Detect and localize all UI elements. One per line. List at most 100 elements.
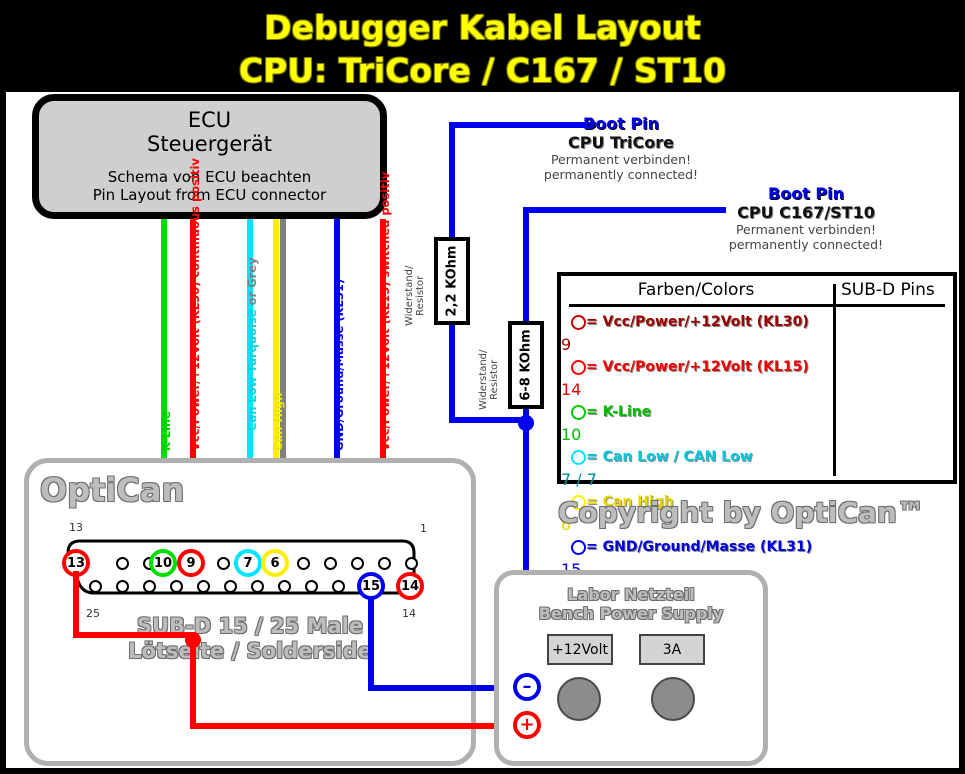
legend-row-text: = Vcc/Power/+12Volt (KL15) bbox=[586, 359, 809, 375]
wire-red-junction-dot bbox=[185, 632, 201, 648]
ecu-note-en: Pin Layout from ECU connector bbox=[92, 186, 327, 204]
dsub-pin-7-label: 7 bbox=[243, 555, 253, 571]
title-banner: Debugger Kabel Layout CPU: TriCore / C16… bbox=[6, 6, 959, 92]
resistor-2k2-label: Widerstand/ Resistor bbox=[404, 266, 426, 326]
boot-pin-tricore-cpu: CPU TriCore bbox=[567, 133, 675, 152]
wire-label-can-low-main: Can Low Turquoise bbox=[245, 309, 259, 431]
dsub-hole bbox=[224, 580, 237, 593]
psu-terminal-plus-label: + bbox=[519, 714, 535, 735]
ecu-subtitle: Steuergerät bbox=[147, 132, 272, 156]
dsub-pin-7[interactable]: 7 bbox=[234, 549, 262, 577]
legend-row-pin: 10 bbox=[561, 425, 582, 444]
legend-row-pin: 7 / 7 bbox=[561, 470, 597, 489]
psu-title-en: Bench Power Supply bbox=[538, 604, 724, 623]
optican-brand: OptiCan bbox=[40, 471, 185, 509]
dsub-hole bbox=[89, 580, 102, 593]
legend-header-pins: SUB-D Pins bbox=[841, 280, 935, 300]
resistor-6k8-label-de: Widerstand/ bbox=[478, 349, 489, 410]
legend-row: = K-Line 10 bbox=[561, 399, 953, 444]
dsub-hole bbox=[143, 580, 156, 593]
psu-terminal-minus-label: – bbox=[522, 676, 532, 697]
boot-wire-tricore-down-lower bbox=[449, 323, 455, 423]
wire-pin13-down bbox=[73, 571, 79, 635]
boot-pin-tricore-heading: Boot Pin bbox=[583, 114, 659, 133]
psu-terminal-minus[interactable]: – bbox=[513, 673, 541, 701]
dsub-hole bbox=[116, 557, 129, 570]
ecu-box: ECU Steuergerät Schema von ECU beachten … bbox=[32, 94, 387, 219]
dsub-corner-pin-13: 13 bbox=[69, 521, 83, 534]
legend-row-text: = GND/Ground/Masse (KL31) bbox=[586, 539, 813, 555]
legend-header-colors: Farben/Colors bbox=[637, 280, 755, 300]
title-line-2: CPU: TriCore / C167 / ST10 bbox=[238, 51, 727, 90]
wire-label-can-low: Can Low Turquoise or Grey bbox=[245, 257, 259, 431]
psu-voltage-display: +12Volt bbox=[547, 634, 613, 665]
boot-wire-c167-horizontal bbox=[523, 207, 726, 213]
legend-color-ring bbox=[571, 404, 586, 420]
resistor-6k8-label: Widerstand/ Resistor bbox=[478, 350, 500, 410]
resistor-6k8: 6-8 KOhm bbox=[508, 321, 544, 409]
power-supply-panel: Labor Netzteil Bench Power Supply bbox=[494, 570, 768, 766]
wire-label-vcc-kl15: Vcc/Power/+12Volt (KL15) switched positi… bbox=[378, 171, 392, 451]
wire-pin15-down bbox=[368, 596, 374, 688]
legend-row-text: = Can Low / CAN Low bbox=[586, 449, 753, 465]
legend-header-row: Farben/Colors SUB-D Pins bbox=[561, 276, 953, 304]
psu-voltage-knob[interactable] bbox=[557, 677, 601, 721]
wire-label-k-line: K-Line bbox=[159, 411, 173, 451]
ecu-note-de: Schema von ECU beachten bbox=[107, 168, 312, 186]
psu-voltage-value: +12Volt bbox=[552, 641, 608, 658]
legend-row-text: = Vcc/Power/+12Volt (KL30) bbox=[586, 314, 809, 330]
legend-row: = Can Low / CAN Low 7 / 7 bbox=[561, 444, 953, 489]
boot-pin-c167-heading: Boot Pin bbox=[768, 184, 844, 203]
dsub-caption-side: Lötseite / Solderside bbox=[128, 639, 372, 663]
dsub-hole bbox=[278, 580, 291, 593]
legend-row: = Vcc/Power/+12Volt (KL15) 14 bbox=[561, 354, 953, 399]
wire-plus-right bbox=[190, 723, 520, 729]
dsub-hole bbox=[324, 557, 337, 570]
dsub-pin-6[interactable]: 6 bbox=[261, 549, 289, 577]
legend-row-pin: 14 bbox=[561, 380, 582, 399]
boot-pin-tricore-note-de: Permanent verbinden! bbox=[550, 152, 692, 167]
resistor-2k2-label-de: Widerstand/ bbox=[404, 265, 415, 326]
dsub-hole bbox=[405, 557, 418, 570]
legend-color-ring bbox=[571, 539, 586, 555]
boot-pin-tricore-note: Boot Pin CPU TriCore Permanent verbinden… bbox=[526, 114, 716, 182]
ecu-title: ECU bbox=[187, 108, 232, 132]
wire-label-can-low-alt: or Grey bbox=[245, 257, 259, 310]
wire-label-vcc-kl30: Vcc/Power/+12Volt (KL30) continuous posi… bbox=[188, 158, 202, 451]
psu-current-value: 3A bbox=[662, 641, 682, 658]
title-line-1: Debugger Kabel Layout bbox=[264, 8, 701, 47]
psu-terminal-plus[interactable]: + bbox=[513, 711, 541, 739]
dsub-pin-9[interactable]: 9 bbox=[177, 549, 205, 577]
dsub-pin-14[interactable]: 14 bbox=[396, 572, 424, 600]
dsub-hole bbox=[305, 580, 318, 593]
dsub-pin-14-label: 14 bbox=[400, 578, 420, 594]
legend-row-pin: 9 bbox=[561, 335, 572, 354]
resistor-2k2-value: 2,2 KOhm bbox=[444, 245, 460, 317]
resistor-6k8-value: 6-8 KOhm bbox=[518, 329, 534, 401]
psu-current-display: 3A bbox=[639, 634, 705, 665]
resistor-2k2: 2,2 KOhm bbox=[434, 237, 470, 325]
dsub-hole bbox=[116, 580, 129, 593]
dsub-pin-15-label: 15 bbox=[361, 578, 381, 594]
dsub-hole bbox=[170, 580, 183, 593]
dsub-pin-10[interactable]: 10 bbox=[149, 549, 177, 577]
legend-color-ring bbox=[571, 314, 586, 330]
legend-table: Farben/Colors SUB-D Pins = Vcc/Power/+12… bbox=[557, 272, 957, 579]
psu-current-knob[interactable] bbox=[651, 677, 695, 721]
wire-label-gnd: GND/Ground/Masse (KL31) bbox=[332, 278, 346, 451]
dsub-hole bbox=[297, 557, 310, 570]
boot-pin-c167-note: Boot Pin CPU C167/ST10 Permanent verbind… bbox=[706, 184, 906, 252]
dsub-hole bbox=[251, 580, 264, 593]
legend-divider bbox=[569, 304, 945, 307]
boot-wire-junction-dot bbox=[518, 415, 534, 431]
wire-label-can-high: Can High bbox=[271, 392, 285, 451]
legend-color-ring bbox=[571, 449, 586, 465]
dsub-pin-10-label: 10 bbox=[153, 555, 173, 571]
dsub-hole bbox=[217, 557, 230, 570]
boot-wire-tricore-down-upper bbox=[449, 122, 455, 238]
dsub-pin-6-label: 6 bbox=[270, 555, 280, 571]
boot-pin-tricore-note-en: permanently connected! bbox=[543, 167, 699, 182]
wire-pin13-right bbox=[73, 632, 193, 638]
dsub-hole bbox=[351, 557, 364, 570]
dsub-hole bbox=[378, 557, 391, 570]
